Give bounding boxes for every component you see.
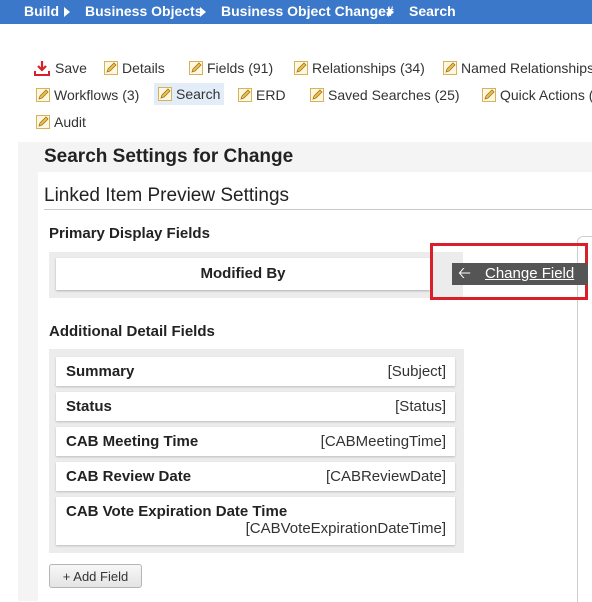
detail-row-status[interactable]: Status [Status] [56,392,455,421]
primary-display-title: Primary Display Fields [49,225,210,242]
tab-saved-searches-label: Saved Searches (25) [328,87,460,103]
tab-erd-label: ERD [256,87,286,103]
tab-search[interactable]: Search [154,83,225,105]
detail-row-value: [Status] [395,398,446,415]
detail-row-value: [CABVoteExpirationDateTime] [245,520,446,537]
pencil-icon [36,115,50,129]
pencil-icon [158,87,172,101]
primary-display-field[interactable]: Modified By [56,258,430,290]
detail-row-value: [Subject] [387,363,446,380]
tab-relationships[interactable]: Relationships (34) [294,57,425,79]
detail-row-label: CAB Meeting Time [66,433,199,450]
tab-named-relationships[interactable]: Named Relationships ( [443,57,592,79]
tab-quick-actions[interactable]: Quick Actions (3 [482,84,592,106]
tab-audit-label: Audit [54,114,86,130]
detail-row-value: [CABReviewDate] [325,468,446,485]
tab-relationships-label: Relationships (34) [312,60,425,76]
tab-named-relationships-label: Named Relationships ( [461,60,592,76]
tab-fields[interactable]: Fields (91) [189,57,273,79]
detail-row-value: [CABMeetingTime] [320,433,446,450]
breadcrumb-business-object-change[interactable]: Business Object Change# [221,3,394,19]
tab-quick-actions-label: Quick Actions (3 [500,87,592,103]
arrow-left-icon: 🡠 [458,265,471,282]
section-divider [44,209,592,210]
detail-row-cab-meeting-time[interactable]: CAB Meeting Time [CABMeetingTime] [56,427,455,456]
change-field-button[interactable]: 🡠 Change Field [452,263,588,285]
tab-workflows[interactable]: Workflows (3) [36,84,139,106]
tab-erd[interactable]: ERD [238,84,286,106]
breadcrumb: Build Business Objects Business Object C… [0,0,592,24]
tab-workflows-label: Workflows (3) [54,87,140,103]
pencil-icon [294,61,308,75]
breadcrumb-business-objects[interactable]: Business Objects [85,3,203,19]
detail-row-summary[interactable]: Summary [Subject] [56,357,455,386]
detail-row-cab-review-date[interactable]: CAB Review Date [CABReviewDate] [56,462,455,491]
section-title: Linked Item Preview Settings [44,185,290,206]
change-field-label: Change Field [485,265,575,282]
additional-detail-title: Additional Detail Fields [49,323,215,340]
add-field-button[interactable]: + Add Field [49,564,142,588]
breadcrumb-build[interactable]: Build [24,3,59,19]
detail-row-label: Status [66,398,112,415]
detail-row-label: CAB Review Date [66,468,192,485]
tab-fields-label: Fields (91) [207,60,274,76]
pencil-icon [104,61,118,75]
pencil-icon [238,88,252,102]
save-button[interactable]: Save [34,57,87,79]
pencil-icon [189,61,203,75]
save-label: Save [55,60,87,76]
detail-row-cab-vote-expiration[interactable]: CAB Vote Expiration Date Time [CABVoteEx… [56,497,455,545]
breadcrumb-separator-icon [200,7,206,17]
tab-search-label: Search [176,86,221,102]
breadcrumb-separator-icon [388,7,394,17]
pencil-icon [482,88,496,102]
breadcrumb-separator-icon [64,7,70,17]
breadcrumb-search[interactable]: Search [409,3,456,19]
tab-details-label: Details [122,60,165,76]
tab-details[interactable]: Details [104,57,165,79]
pencil-icon [310,88,324,102]
page-title: Search Settings for Change [44,146,294,167]
pencil-icon [36,88,50,102]
pencil-icon [443,61,457,75]
save-download-icon [34,61,50,76]
detail-row-label: Summary [66,363,135,380]
tab-audit[interactable]: Audit [36,111,86,133]
tab-saved-searches[interactable]: Saved Searches (25) [310,84,460,106]
detail-row-label: CAB Vote Expiration Date Time [66,503,288,520]
